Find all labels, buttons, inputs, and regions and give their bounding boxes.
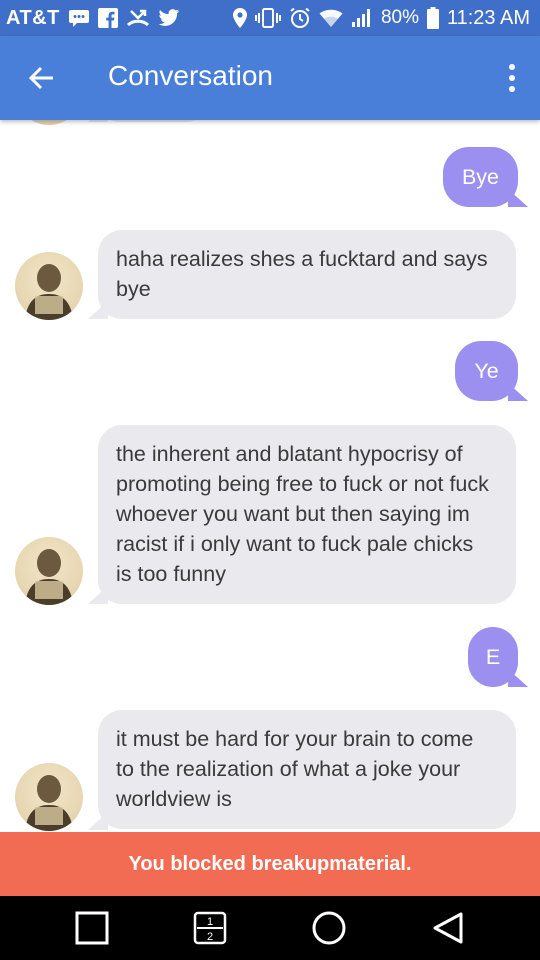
- message-text: haha realizes shes a fucktard and says b…: [116, 247, 488, 301]
- contact-avatar[interactable]: [15, 252, 83, 320]
- back-button[interactable]: [22, 58, 62, 98]
- clock: 11:23 AM: [446, 6, 530, 29]
- message-text: E: [485, 645, 501, 669]
- message-icon: [68, 7, 90, 29]
- wifi-icon: [319, 7, 343, 29]
- vibrate-icon: [254, 7, 281, 29]
- location-icon: [232, 7, 247, 29]
- system-nav-bar: 1 2: [0, 896, 540, 960]
- more-vert-icon: [509, 64, 515, 70]
- battery-icon: [426, 7, 439, 29]
- message-bubble-outgoing[interactable]: Bye: [443, 147, 518, 207]
- message-text: Ye: [474, 359, 499, 383]
- message-bubble-incoming[interactable]: haha realizes shes a fucktard and says b…: [98, 230, 516, 319]
- twitter-icon: [158, 7, 180, 29]
- arrow-left-icon: [29, 66, 53, 90]
- conversation-list[interactable]: Bye haha realizes shes a fucktard and sa…: [0, 120, 540, 832]
- message-text: the inherent and blatant hypocrisy of pr…: [116, 442, 489, 586]
- message-text: Bye: [461, 165, 500, 189]
- more-options-button[interactable]: [502, 60, 522, 96]
- contact-avatar[interactable]: [15, 537, 83, 605]
- circle-icon: [312, 911, 346, 945]
- signal-icon: [351, 7, 373, 29]
- contact-avatar[interactable]: [15, 763, 83, 831]
- alarm-icon: [289, 7, 311, 29]
- message-text: it must be hard for your brain to come t…: [116, 727, 474, 811]
- message-bubble-incoming: [98, 120, 208, 122]
- message-bubble-incoming[interactable]: the inherent and blatant hypocrisy of pr…: [98, 425, 516, 604]
- contact-avatar[interactable]: [15, 120, 83, 125]
- blocked-text: You blocked breakupmaterial.: [128, 852, 412, 875]
- page-title: Conversation: [108, 60, 273, 91]
- blocked-banner: You blocked breakupmaterial.: [0, 832, 540, 896]
- message-bubble-incoming[interactable]: it must be hard for your brain to come t…: [98, 710, 516, 829]
- app-bar: Conversation: [0, 36, 540, 120]
- dual-window-button[interactable]: 1 2: [190, 910, 230, 946]
- missed-call-icon: [126, 7, 150, 29]
- back-nav-button[interactable]: [428, 910, 468, 946]
- dual-window-icon: 1 2: [193, 911, 227, 945]
- home-button[interactable]: [309, 910, 349, 946]
- carrier-label: AT&T: [6, 6, 60, 29]
- battery-percent: 80%: [380, 7, 419, 28]
- dual-window-label-top: 1: [207, 916, 213, 928]
- recents-button[interactable]: [72, 910, 112, 946]
- square-icon: [75, 911, 109, 945]
- facebook-icon: [97, 7, 118, 29]
- triangle-back-icon: [433, 912, 463, 944]
- status-bar: AT&T 80% 11:23 AM: [0, 0, 540, 36]
- dual-window-label-bottom: 2: [207, 931, 213, 943]
